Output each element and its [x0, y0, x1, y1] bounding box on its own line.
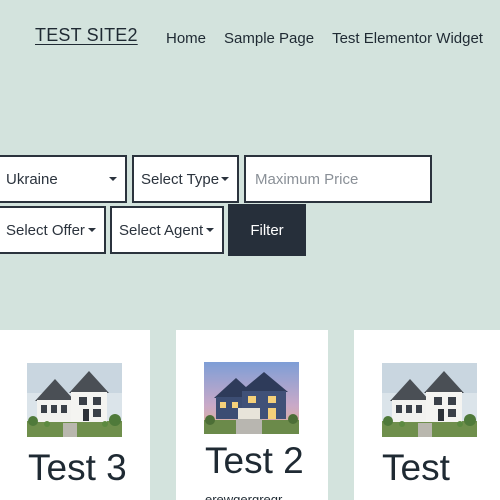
agent-select[interactable]: Select Agent [110, 206, 224, 254]
listing-card[interactable]: Test 3 [0, 330, 150, 500]
white-farmhouse-image [27, 363, 122, 437]
nav-sample-page[interactable]: Sample Page [224, 30, 314, 47]
listing-image[interactable] [382, 363, 477, 437]
nav-home[interactable]: Home [166, 30, 206, 47]
listing-image[interactable] [204, 362, 299, 434]
listing-card[interactable]: Test 2 erewgergregr [176, 330, 328, 500]
listing-excerpt: erewgergregr [205, 492, 283, 500]
chevron-down-icon [206, 228, 214, 232]
blue-house-dusk-image [204, 362, 299, 434]
primary-nav: Home Sample Page Test Elementor Widget [166, 30, 483, 47]
listing-image[interactable] [27, 363, 122, 437]
listing-title[interactable]: Test 2 [205, 440, 304, 482]
listing-card[interactable]: Test [354, 330, 500, 500]
white-farmhouse-image [382, 363, 477, 437]
filter-button[interactable]: Filter [228, 204, 306, 256]
location-select[interactable]: Ukraine [0, 155, 127, 203]
offer-select-value: Select Offer [6, 221, 85, 239]
listing-title[interactable]: Test 3 [28, 447, 127, 489]
max-price-placeholder: Maximum Price [255, 170, 359, 188]
offer-select[interactable]: Select Offer [0, 206, 106, 254]
location-select-value: Ukraine [6, 170, 58, 188]
site-title-link[interactable]: TEST SITE2 [35, 25, 138, 46]
max-price-input[interactable]: Maximum Price [244, 155, 432, 203]
chevron-down-icon [109, 177, 117, 181]
listing-title[interactable]: Test [382, 447, 450, 489]
type-select[interactable]: Select Type [132, 155, 239, 203]
chevron-down-icon [221, 177, 229, 181]
type-select-value: Select Type [141, 170, 220, 188]
nav-test-elementor-widget[interactable]: Test Elementor Widget [332, 30, 483, 47]
agent-select-value: Select Agent [119, 221, 204, 239]
chevron-down-icon [88, 228, 96, 232]
